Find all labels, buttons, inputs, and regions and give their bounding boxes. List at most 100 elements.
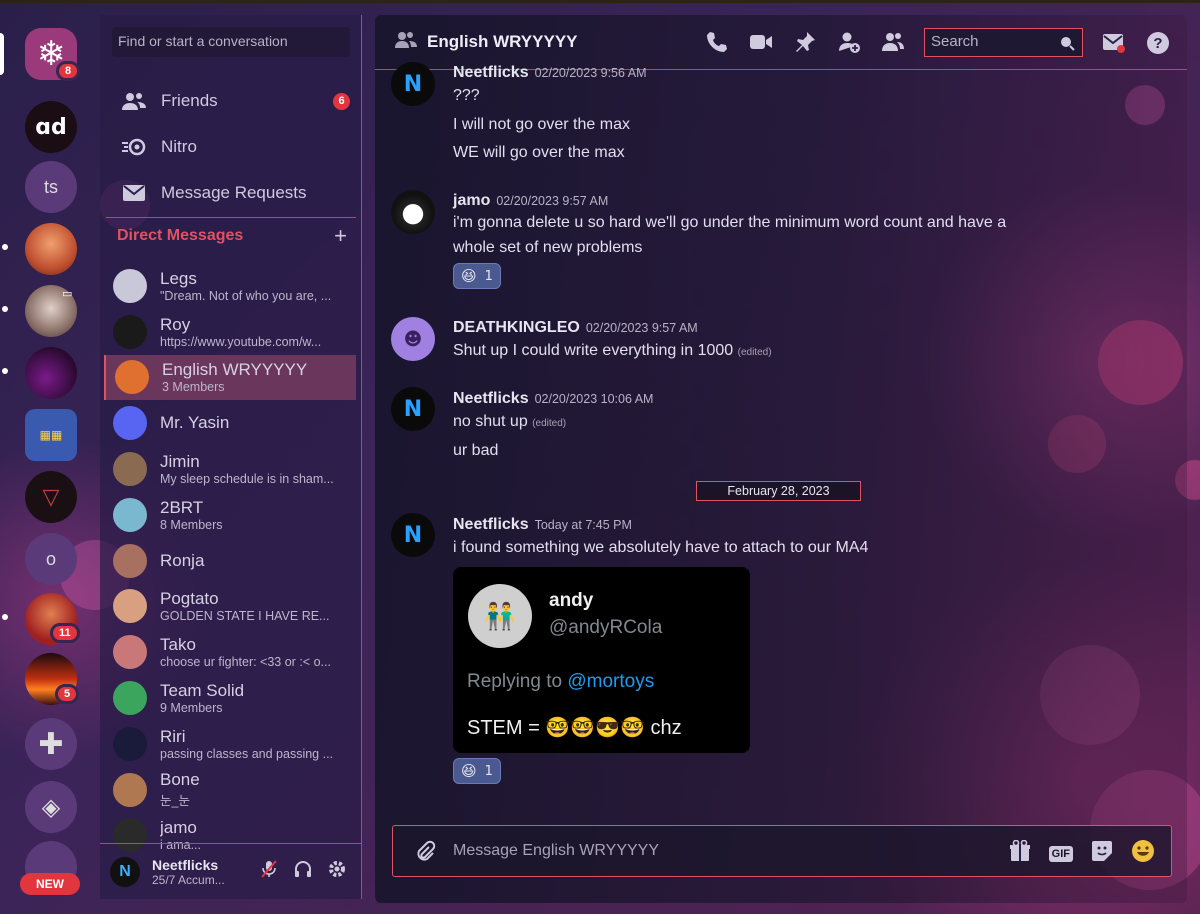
dm-subtitle: 9 Members <box>160 701 223 716</box>
dm-item[interactable]: 2BRT 8 Members <box>104 492 356 538</box>
find-conversation-input[interactable]: Find or start a conversation <box>112 27 350 57</box>
group-icon <box>395 31 417 54</box>
message-text-content: no shut up <box>453 413 528 430</box>
add-server-button[interactable]: ✚ <box>25 718 77 770</box>
attach-icon[interactable] <box>413 840 437 869</box>
server-icon-7[interactable]: ▦▦ <box>25 409 77 461</box>
date-divider: February 28, 2023 <box>696 481 861 501</box>
dm-list: Legs "Dream. Not of who you are, ... Roy ht… <box>104 263 356 858</box>
dm-item[interactable]: Team Solid 9 Members <box>104 675 356 721</box>
dm-subtitle: https://www.youtube.com/w... <box>160 334 322 349</box>
server-badge: 5 <box>55 684 80 704</box>
nav-message-requests[interactable]: Message Requests <box>120 173 350 213</box>
dm-name: jamo <box>160 818 197 838</box>
tweet-reply-to: @mortoys <box>567 671 655 692</box>
dm-item[interactable]: Mr. Yasin <box>104 400 356 446</box>
cd-logo-icon: ɑd <box>35 114 67 140</box>
dm-item[interactable]: Roy https://www.youtube.com/w... <box>104 309 356 355</box>
gift-icon[interactable] <box>1009 839 1031 867</box>
message-timestamp: 02/20/2023 9:57 AM <box>496 194 609 208</box>
nitro-icon <box>120 138 148 156</box>
avatar[interactable] <box>391 190 435 234</box>
server-icon-6[interactable] <box>25 347 77 399</box>
dm-item[interactable]: English WRYYYYY 3 Members <box>104 354 356 401</box>
compass-icon: ◈ <box>41 793 61 821</box>
dm-name: Tako <box>160 635 196 655</box>
message-author[interactable]: Neetflicks <box>453 64 529 81</box>
phone-call-icon[interactable] <box>705 30 729 59</box>
avatar[interactable]: ☻ <box>391 317 435 361</box>
plus-icon: ✚ <box>38 726 64 762</box>
dm-item[interactable]: Legs "Dream. Not of who you are, ... <box>104 263 356 309</box>
mute-mic-icon[interactable] <box>259 859 279 884</box>
server-icon-o[interactable]: o <box>25 533 77 585</box>
pin-icon[interactable] <box>793 30 817 59</box>
help-icon[interactable]: ? <box>1146 31 1170 60</box>
dm-name: Mr. Yasin <box>160 413 230 433</box>
message-author[interactable]: jamo <box>453 192 490 209</box>
video-call-icon[interactable] <box>749 30 773 59</box>
message-text: i'm gonna delete u so hard we'll go unde… <box>453 214 1007 231</box>
headphones-icon[interactable] <box>293 859 313 884</box>
channel-title: English WRYYYYY <box>427 32 578 51</box>
explore-button[interactable]: ◈ <box>25 781 77 833</box>
dm-name: English WRYYYYY <box>162 360 308 380</box>
dm-item[interactable]: Tako choose ur fighter: <33 or :< o... <box>104 629 356 675</box>
member-list-icon[interactable] <box>881 30 905 59</box>
message-header: jamo 02/20/2023 9:57 AM <box>453 192 608 210</box>
avatar[interactable]: N <box>391 387 435 431</box>
message-header: DEATHKINGLEO 02/20/2023 9:57 AM <box>453 319 698 337</box>
message-composer[interactable]: Message English WRYYYYY GIF <box>392 825 1172 877</box>
message-author[interactable]: DEATHKINGLEO <box>453 319 580 336</box>
user-avatar[interactable]: N <box>110 856 140 887</box>
avatar[interactable]: N <box>391 513 435 557</box>
server-icon-ts[interactable]: ts <box>25 161 77 213</box>
divider <box>106 217 356 218</box>
dm-text: Tako choose ur fighter: <33 or :< o... <box>160 635 350 669</box>
server-icon-cd[interactable]: ɑd <box>25 101 77 153</box>
gif-button[interactable]: GIF <box>1048 845 1073 862</box>
add-friend-icon[interactable] <box>837 30 861 59</box>
dm-subtitle: "Dream. Not of who you are, ... <box>160 288 332 303</box>
server-icon-8[interactable]: ▽ <box>25 471 77 523</box>
dm-item[interactable]: Bone 눈_눈 <box>104 767 356 813</box>
user-panel: N Neetflicks 25/7 Accum... <box>100 843 361 899</box>
channel-search-input[interactable]: Search <box>924 28 1083 57</box>
embedded-image[interactable]: 👬 andy @andyRCola Replying to @mortoys S… <box>453 567 750 753</box>
nav-friends[interactable]: Friends 6 <box>120 81 350 121</box>
friends-icon <box>120 91 148 111</box>
dm-text: Pogtato GOLDEN STATE I HAVE RE... <box>160 589 350 623</box>
dm-item[interactable]: Jimin My sleep schedule is in sham... <box>104 446 356 492</box>
reaction-button[interactable]: 😆 1 <box>453 263 501 289</box>
avatar[interactable]: N <box>391 62 435 106</box>
sticker-icon[interactable] <box>1091 840 1113 867</box>
nav-requests-label: Message Requests <box>161 183 307 202</box>
dm-item[interactable]: Ronja <box>104 538 356 584</box>
edited-label: (edited) <box>737 347 772 358</box>
dm-text: Bone 눈_눈 <box>160 770 350 809</box>
dm-item[interactable]: Riri passing classes and passing ... <box>104 721 356 767</box>
dm-item[interactable]: Pogtato GOLDEN STATE I HAVE RE... <box>104 584 356 630</box>
dm-name: Riri <box>160 726 186 746</box>
inbox-icon[interactable] <box>1102 31 1126 60</box>
server-icon-4[interactable] <box>25 223 77 275</box>
message-author[interactable]: Neetflicks <box>453 390 529 407</box>
dm-avatar <box>113 314 147 349</box>
dm-avatar <box>113 543 147 578</box>
reaction-count: 1 <box>484 268 493 284</box>
reaction-button[interactable]: 😆 1 <box>453 758 501 784</box>
settings-gear-icon[interactable] <box>327 859 347 884</box>
tweet-author: andy <box>549 590 594 611</box>
dm-text: Riri passing classes and passing ... <box>160 727 350 761</box>
emoji-icon[interactable] <box>1131 839 1155 868</box>
new-badge: NEW <box>20 873 80 895</box>
create-dm-button[interactable]: + <box>334 223 347 249</box>
message-input[interactable]: Message English WRYYYYY <box>453 842 659 860</box>
search-icon <box>1059 35 1075 55</box>
message-author[interactable]: Neetflicks <box>453 516 529 533</box>
screen-share-icon: ▭ <box>62 287 73 300</box>
dm-subtitle: My sleep schedule is in sham... <box>160 472 334 487</box>
nav-friends-label: Friends <box>161 91 218 110</box>
dm-name: 2BRT <box>160 497 204 517</box>
nav-nitro[interactable]: Nitro <box>120 127 350 167</box>
